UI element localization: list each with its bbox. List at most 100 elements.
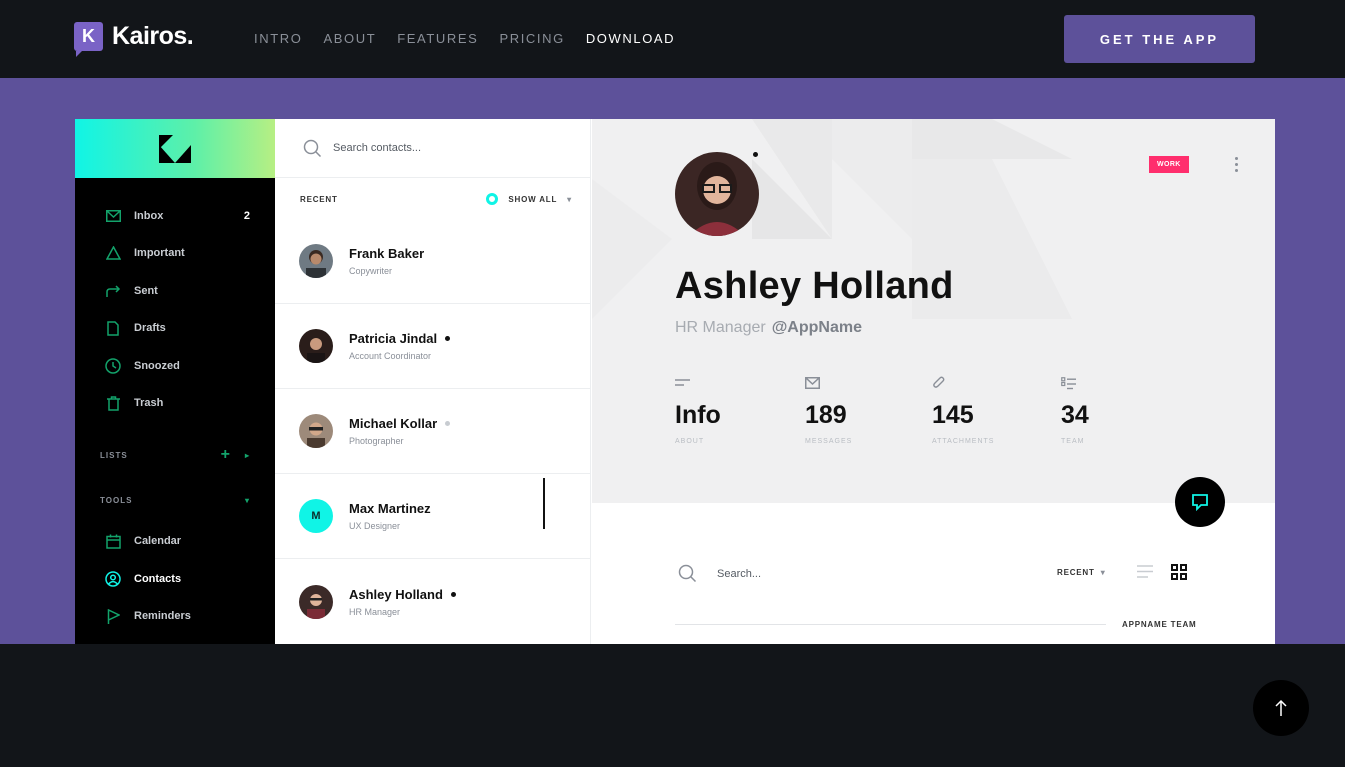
expand-caret-icon[interactable]: ▸ — [245, 451, 250, 460]
show-all-toggle[interactable]: SHOW ALL ▾ — [486, 193, 572, 205]
user-circle-icon — [105, 571, 121, 587]
lists-label: LISTS — [100, 450, 128, 460]
chevron-down-icon: ▾ — [1100, 568, 1106, 577]
nav-link-pricing[interactable]: PRICING — [499, 31, 564, 46]
contact-row[interactable]: Patricia Jindal Account Coordinator — [275, 304, 591, 389]
chat-bubble-icon — [1192, 494, 1208, 511]
lines-icon — [675, 375, 721, 391]
sidebar-item-label: Sent — [134, 285, 158, 297]
profile-role: HR Manager — [675, 319, 766, 336]
tools-label: TOOLS — [100, 496, 133, 505]
calendar-icon — [105, 533, 121, 549]
sidebar-item-reminders[interactable]: Reminders — [105, 606, 250, 626]
sidebar-item-sent[interactable]: Sent — [105, 281, 250, 301]
nav-link-intro[interactable]: INTRO — [254, 31, 302, 46]
toggle-ring-icon — [486, 193, 499, 205]
contact-role: UX Designer — [349, 521, 401, 531]
stat-label: ATTACHMENTS — [932, 438, 995, 445]
stat-team[interactable]: 34 TEAM — [1061, 375, 1089, 445]
offline-status-dot — [445, 421, 451, 426]
search-icon — [303, 139, 322, 157]
contact-name: Patricia Jindal — [349, 331, 438, 346]
avatar — [299, 244, 333, 278]
stat-about[interactable]: Info ABOUT — [675, 375, 721, 445]
sidebar-item-label: Calendar — [134, 535, 182, 547]
sidebar-item-contacts[interactable]: Contacts — [105, 569, 250, 589]
sidebar-item-calendar[interactable]: Calendar — [105, 531, 250, 551]
grid-view-icon[interactable] — [1171, 564, 1187, 580]
brand-name: Kairos. — [112, 22, 194, 50]
stat-value: 145 — [932, 401, 974, 429]
scroll-to-top-button[interactable] — [1253, 680, 1309, 736]
sidebar-item-snoozed[interactable]: Snoozed — [105, 356, 250, 376]
inbox-count-badge: 2 — [243, 210, 250, 222]
contact-role: HR Manager — [349, 606, 401, 617]
sidebar-item-inbox[interactable]: Inbox 2 — [105, 206, 250, 226]
stat-value: Info — [675, 401, 721, 429]
avatar — [299, 329, 333, 363]
collapse-caret-icon[interactable]: ▾ — [245, 496, 250, 505]
online-status-dot — [445, 336, 451, 341]
contacts-list-panel: RECENT SHOW ALL ▾ Frank Baker Copywriter — [275, 119, 591, 644]
contact-name: Michael Kollar — [349, 416, 438, 431]
tools-section-header: TOOLS ▾ — [100, 496, 250, 505]
list-view-icon[interactable] — [1137, 564, 1154, 579]
nav-link-features[interactable]: FEATURES — [397, 31, 478, 46]
sidebar-item-label: Inbox — [134, 210, 164, 222]
chevron-down-icon: ▾ — [567, 194, 572, 204]
stat-messages[interactable]: 189 MESSAGES — [805, 375, 852, 445]
search-icon — [678, 564, 697, 583]
clock-icon — [105, 358, 121, 374]
team-content-panel: RECENT ▾ APPNAME TEAM — [592, 503, 1275, 644]
arrow-up-icon — [1275, 699, 1287, 716]
contact-row[interactable]: Frank Baker Copywriter — [275, 219, 591, 304]
stat-label: TEAM — [1061, 438, 1085, 445]
more-options-icon[interactable] — [1235, 157, 1239, 172]
nav-link-download[interactable]: DOWNLOAD — [586, 31, 675, 46]
mockup-sidebar: Inbox 2 Important Sent Drafts Snoozed Tr… — [75, 119, 275, 644]
sidebar-item-label: Contacts — [134, 573, 182, 585]
app-mockup: Inbox 2 Important Sent Drafts Snoozed Tr… — [75, 119, 1275, 644]
get-the-app-button[interactable]: GET THE APP — [1064, 15, 1255, 63]
work-tag-badge[interactable]: WORK — [1149, 156, 1189, 173]
mail-icon — [105, 208, 121, 224]
contacts-search-bar — [275, 119, 590, 178]
stat-label: ABOUT — [675, 438, 705, 445]
add-list-plus-icon[interactable]: + — [221, 446, 231, 464]
avatar — [299, 584, 333, 619]
stat-attachments[interactable]: 145 ATTACHMENTS — [932, 375, 994, 445]
sidebar-item-drafts[interactable]: Drafts — [105, 318, 250, 338]
flag-icon — [105, 608, 121, 624]
profile-avatar — [675, 152, 759, 236]
contacts-search-input[interactable] — [333, 142, 553, 154]
nav-link-about[interactable]: ABOUT — [323, 31, 376, 46]
sidebar-item-label: Trash — [134, 397, 164, 409]
divider — [675, 624, 1106, 625]
show-all-label: SHOW ALL — [508, 194, 558, 204]
profile-subtitle: HR Manager @AppName — [675, 319, 862, 337]
triangle-icon — [105, 245, 121, 261]
text-cursor-divider — [543, 478, 545, 529]
sidebar-item-trash[interactable]: Trash — [105, 393, 250, 413]
sidebar-item-label: Reminders — [134, 610, 191, 622]
main-nav: INTRO ABOUT FEATURES PRICING DOWNLOAD — [254, 31, 675, 46]
stat-label: MESSAGES — [805, 438, 853, 445]
sidebar-item-label: Snoozed — [134, 360, 180, 372]
team-section-label: APPNAME TEAM — [1122, 620, 1197, 629]
team-search-bar — [678, 564, 917, 583]
top-navigation-bar: K Kairos. INTRO ABOUT FEATURES PRICING D… — [0, 0, 1345, 78]
checklist-icon — [1061, 375, 1089, 391]
brand-logo[interactable]: K Kairos. — [74, 22, 194, 57]
sidebar-item-label: Drafts — [134, 322, 166, 334]
online-status-dot — [450, 591, 456, 597]
avatar-initial: M — [299, 499, 333, 533]
brand-badge-icon: K — [74, 22, 103, 57]
contact-row[interactable]: Michael Kollar Photographer — [275, 389, 591, 474]
sort-recent-dropdown[interactable]: RECENT ▾ — [1057, 568, 1106, 577]
contact-row[interactable]: Ashley Holland HR Manager — [275, 559, 591, 644]
team-search-input[interactable] — [717, 567, 917, 580]
contact-name: Max Martinez — [349, 501, 431, 516]
app-logo[interactable] — [75, 119, 275, 178]
compose-message-button[interactable] — [1175, 477, 1225, 527]
sidebar-item-important[interactable]: Important — [105, 243, 250, 263]
